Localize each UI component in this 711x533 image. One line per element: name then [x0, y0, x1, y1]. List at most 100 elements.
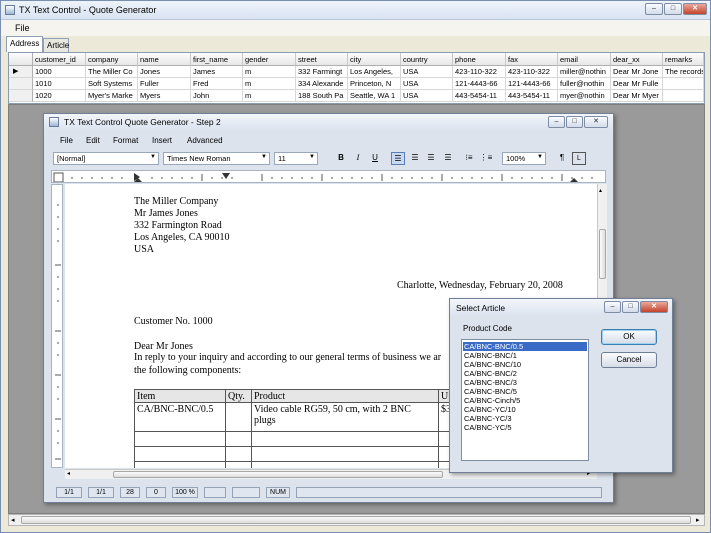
table-cell[interactable]: miller@nothin — [558, 66, 611, 78]
table-cell[interactable]: Fuller — [138, 78, 191, 90]
maximize-button[interactable]: □ — [664, 3, 682, 15]
list-item[interactable]: CA/BNC-BNC/10 — [463, 360, 587, 369]
show-paragraph-marks-icon[interactable]: ¶ — [555, 152, 569, 165]
underline-button[interactable]: U — [368, 152, 382, 165]
list-item[interactable]: CA/BNC-YC/5 — [463, 423, 587, 432]
list-item[interactable]: CA/BNC-YC/3 — [463, 414, 587, 423]
size-select[interactable]: 11 ▼ — [274, 152, 318, 165]
bold-button[interactable]: B — [334, 152, 348, 165]
table-cell[interactable]: 121-4443-66 — [506, 78, 558, 90]
row-header-current[interactable]: ▶ — [9, 66, 33, 78]
list-item[interactable]: CA/BNC-Cinch/5 — [463, 396, 587, 405]
scroll-left-arrow-icon[interactable]: ◂ — [11, 516, 15, 524]
italic-button[interactable]: I — [351, 152, 365, 165]
scroll-thumb[interactable] — [21, 516, 691, 524]
row-header[interactable] — [9, 90, 33, 102]
table-cell[interactable]: USA — [401, 90, 453, 102]
row-header[interactable] — [9, 78, 33, 90]
table-cell[interactable]: 423-110-322 — [506, 66, 558, 78]
table-cell[interactable]: Soft Systems — [86, 78, 138, 90]
table-cell[interactable]: m — [243, 90, 296, 102]
scroll-thumb[interactable] — [113, 471, 443, 478]
ok-button[interactable]: OK — [601, 329, 657, 345]
list-item[interactable]: CA/BNC-BNC/1 — [463, 351, 587, 360]
table-cell[interactable]: 332 Farmingt — [296, 66, 348, 78]
menu-insert[interactable]: Insert — [152, 136, 172, 145]
col-dear-xx[interactable]: dear_xx — [611, 53, 663, 66]
minimize-button[interactable]: – — [645, 3, 663, 15]
list-item[interactable]: CA/BNC-BNC/5 — [463, 387, 587, 396]
numbered-list-icon[interactable]: ⋮≡ — [479, 152, 493, 165]
table-cell[interactable]: Myers — [138, 90, 191, 102]
col-fax[interactable]: fax — [506, 53, 558, 66]
cancel-button[interactable]: Cancel — [601, 352, 657, 368]
menu-advanced[interactable]: Advanced — [187, 136, 223, 145]
editor-title-bar[interactable]: TX Text Control Quote Generator - Step 2… — [44, 114, 613, 130]
dialog-maximize-button[interactable]: □ — [622, 301, 639, 313]
list-item[interactable]: CA/BNC-BNC/0.5 — [463, 342, 587, 351]
dialog-close-button[interactable]: ✕ — [640, 301, 668, 313]
font-select[interactable]: Times New Roman ▼ — [163, 152, 270, 165]
customer-grid[interactable]: customer_id company name first_name gend… — [8, 52, 705, 104]
menu-format[interactable]: Format — [113, 136, 138, 145]
scroll-left-arrow-icon[interactable]: ◂ — [67, 470, 70, 477]
col-remarks[interactable]: remarks — [663, 53, 704, 66]
table-cell[interactable]: Los Angeles, — [348, 66, 401, 78]
close-button[interactable]: ✕ — [683, 3, 707, 15]
scroll-thumb[interactable] — [599, 229, 606, 279]
col-name[interactable]: name — [138, 53, 191, 66]
scroll-up-arrow-icon[interactable]: ▴ — [599, 187, 602, 194]
table-cell[interactable]: The records — [663, 66, 704, 78]
menu-file[interactable]: File — [60, 136, 73, 145]
dialog-minimize-button[interactable]: – — [604, 301, 621, 313]
align-left-icon[interactable]: ☰ — [391, 152, 405, 165]
horizontal-ruler[interactable] — [51, 170, 606, 183]
tab-article[interactable]: Article — [43, 38, 69, 52]
product-code-listbox[interactable]: CA/BNC-BNC/0.5 CA/BNC-BNC/1 CA/BNC-BNC/1… — [461, 339, 589, 461]
table-cell[interactable]: 1010 — [33, 78, 86, 90]
tab-address[interactable]: Address — [6, 36, 43, 52]
table-cell[interactable]: Dear Mr Fulle — [611, 78, 663, 90]
dialog-title-bar[interactable]: Select Article – □ ✕ — [450, 299, 672, 316]
col-first-name[interactable]: first_name — [191, 53, 243, 66]
vertical-ruler[interactable] — [51, 184, 63, 468]
list-item[interactable]: CA/BNC-BNC/3 — [463, 378, 587, 387]
col-email[interactable]: email — [558, 53, 611, 66]
table-cell[interactable] — [663, 78, 704, 90]
table-cell[interactable]: 1020 — [33, 90, 86, 102]
bullet-list-icon[interactable]: ⁝≡ — [462, 152, 476, 165]
table-cell[interactable]: 334 Alexande — [296, 78, 348, 90]
editor-minimize-button[interactable]: – — [548, 116, 565, 128]
scroll-right-arrow-icon[interactable]: ▸ — [696, 516, 700, 524]
align-center-icon[interactable]: ☰ — [408, 152, 422, 165]
menu-edit[interactable]: Edit — [86, 136, 100, 145]
table-cell[interactable]: James — [191, 66, 243, 78]
col-street[interactable]: street — [296, 53, 348, 66]
menu-file[interactable]: File — [15, 23, 30, 33]
table-cell[interactable]: Jones — [138, 66, 191, 78]
col-city[interactable]: city — [348, 53, 401, 66]
col-customer-id[interactable]: customer_id — [33, 53, 86, 66]
table-cell[interactable]: The Miller Co — [86, 66, 138, 78]
editor-close-button[interactable]: ✕ — [584, 116, 608, 128]
main-horizontal-scrollbar[interactable]: ◂ ▸ — [8, 514, 705, 526]
table-cell[interactable]: 443-5454-11 — [506, 90, 558, 102]
table-cell[interactable]: 423-110-322 — [453, 66, 506, 78]
editor-maximize-button[interactable]: □ — [566, 116, 583, 128]
table-cell[interactable]: Princeton, N — [348, 78, 401, 90]
table-cell[interactable]: Seattle, WA 1 — [348, 90, 401, 102]
table-cell[interactable]: USA — [401, 66, 453, 78]
main-title-bar[interactable]: TX Text Control - Quote Generator – □ ✕ — [1, 1, 710, 20]
table-cell[interactable]: Dear Mr Jone — [611, 66, 663, 78]
table-cell[interactable]: Fred — [191, 78, 243, 90]
col-gender[interactable]: gender — [243, 53, 296, 66]
table-cell[interactable]: 188 South Pa — [296, 90, 348, 102]
table-cell[interactable]: Myer's Marke — [86, 90, 138, 102]
list-item[interactable]: CA/BNC-YC/10 — [463, 405, 587, 414]
table-cell[interactable]: m — [243, 66, 296, 78]
table-cell[interactable]: 443-5454-11 — [453, 90, 506, 102]
table-cell[interactable]: USA — [401, 78, 453, 90]
style-select[interactable]: [Normal] ▼ — [53, 152, 159, 165]
zoom-select[interactable]: 100% ▼ — [502, 152, 546, 165]
table-cell[interactable]: fuller@nothin — [558, 78, 611, 90]
